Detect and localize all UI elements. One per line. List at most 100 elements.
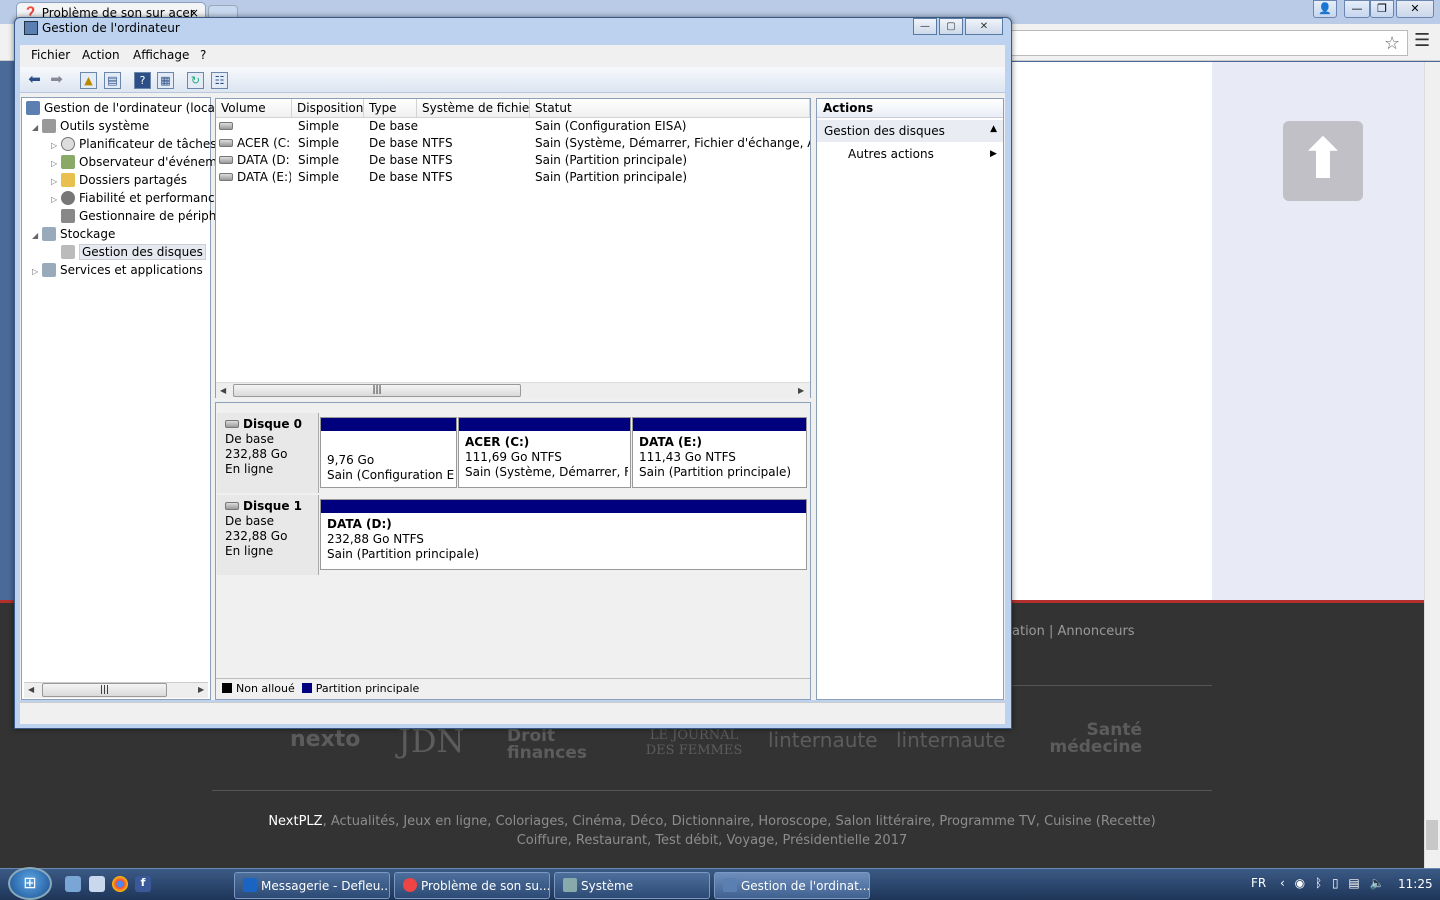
menu-affichage[interactable]: Affichage	[133, 48, 189, 62]
properties-icon[interactable]: ☷	[211, 72, 228, 89]
tools-icon	[42, 119, 56, 133]
restore-browser-button[interactable]: ❐	[1370, 0, 1394, 18]
bluetooth-icon[interactable]: ᛒ	[1315, 876, 1325, 890]
table-row[interactable]: ACER (C:) Simple De base NTFS Sain (Syst…	[216, 135, 810, 152]
cell-fs: NTFS	[422, 136, 453, 150]
logo-droit-finances[interactable]: Droit finances	[507, 728, 617, 762]
show-desktop-icon[interactable]	[65, 876, 81, 892]
explorer-icon[interactable]	[89, 876, 105, 892]
col-status[interactable]: Statut	[530, 99, 810, 118]
network-icon[interactable]: ▤	[1348, 876, 1362, 890]
logo-linternaute-2[interactable]: linternaute	[896, 728, 1006, 752]
expand-triangle-icon[interactable]: ▷	[51, 173, 61, 189]
scroll-right-icon[interactable]: ▶	[198, 685, 204, 694]
tree-services[interactable]: ▷ Services et applications	[32, 261, 203, 279]
scroll-right-icon[interactable]: ▶	[798, 386, 804, 395]
submenu-arrow-icon[interactable]: ▶	[990, 149, 997, 159]
partition-data-e[interactable]: DATA (E:) 111,43 Go NTFS Sain (Partition…	[632, 417, 807, 488]
outlook-icon	[243, 878, 257, 892]
user-icon[interactable]: 👤	[1313, 0, 1337, 18]
unallocated-swatch	[222, 683, 232, 693]
page-scrollbar[interactable]	[1424, 62, 1440, 868]
disk-state: En ligne	[225, 544, 274, 558]
menu-action[interactable]: Action	[82, 48, 120, 62]
bookmark-star-icon[interactable]: ☆	[1384, 33, 1400, 54]
facebook-icon[interactable]: f	[135, 876, 151, 892]
footer-links[interactable]: ation | Annonceurs	[1012, 624, 1135, 639]
scroll-left-icon[interactable]: ◀	[28, 685, 34, 694]
nextplz-links-line1[interactable]: , Actualités, Jeux en ligne, Coloriages,…	[323, 814, 1156, 829]
expand-triangle-icon[interactable]: ▷	[32, 263, 42, 279]
partition-acer-c[interactable]: ACER (C:) 111,69 Go NTFS Sain (Système, …	[458, 417, 631, 488]
clock[interactable]: 11:25	[1398, 877, 1433, 891]
scroll-left-icon[interactable]: ◀	[220, 386, 226, 395]
list-scroll-thumb[interactable]: |||	[233, 384, 521, 397]
tree-root[interactable]: Gestion de l'ordinateur (local)	[26, 99, 223, 117]
disk-1-header[interactable]: Disque 1 De base 232,88 Go En ligne	[217, 495, 319, 575]
logo-nexto[interactable]: nexto	[290, 727, 360, 752]
menu-help[interactable]: ?	[200, 48, 206, 62]
task-chrome[interactable]: Problème de son su...	[394, 872, 550, 899]
expand-triangle-icon[interactable]: ▷	[51, 191, 61, 207]
show-action-pane-icon[interactable]: ▦	[157, 72, 174, 89]
collapse-up-icon[interactable]: ▲	[990, 124, 997, 134]
expand-triangle-icon[interactable]: ▷	[51, 137, 61, 153]
table-row[interactable]: DATA (E:) Simple De base NTFS Sain (Part…	[216, 169, 810, 186]
task-messagerie[interactable]: Messagerie - Defleu...	[234, 872, 390, 899]
table-row[interactable]: Simple De base Sain (Configuration EISA)	[216, 118, 810, 135]
nextplz-brand[interactable]: NextPLZ	[268, 814, 322, 829]
collapse-triangle-icon[interactable]: ◢	[32, 227, 42, 243]
collapse-triangle-icon[interactable]: ◢	[32, 119, 42, 135]
tree-device-manager[interactable]: Gestionnaire de périphé	[61, 207, 224, 225]
up-folder-icon[interactable]: ▲	[80, 72, 97, 89]
partition-eisa[interactable]: 9,76 Go Sain (Configuration EIS	[320, 417, 457, 488]
battery-icon[interactable]: ▯	[1332, 876, 1342, 890]
more-actions-item[interactable]: Autres actions	[848, 147, 934, 161]
col-disposition[interactable]: Disposition	[292, 99, 364, 118]
actions-group-disk-management[interactable]: Gestion des disques ▲	[817, 120, 1003, 142]
tree-storage[interactable]: ◢ Stockage	[32, 225, 115, 243]
minimize-button[interactable]: —	[913, 18, 937, 35]
close-button[interactable]: ✕	[965, 18, 1003, 35]
tree-reliability[interactable]: ▷ Fiabilité et performance	[51, 189, 222, 207]
forward-arrow-icon[interactable]: ➡	[48, 72, 65, 89]
tree-task-scheduler[interactable]: ▷ Planificateur de tâches	[51, 135, 217, 153]
expand-triangle-icon[interactable]: ▷	[51, 155, 61, 171]
tree-scroll-thumb[interactable]: |||	[42, 683, 167, 697]
address-bar[interactable]	[1000, 30, 1408, 56]
minimize-browser-button[interactable]: —	[1344, 0, 1370, 18]
chrome-icon[interactable]	[112, 876, 128, 892]
tree-disk-management[interactable]: Gestion des disques	[61, 243, 206, 261]
antivirus-icon[interactable]: ◉	[1295, 876, 1308, 890]
menu-fichier[interactable]: Fichier	[31, 48, 70, 62]
browser-menu-icon[interactable]: ☰	[1414, 30, 1430, 51]
partition-data-d[interactable]: DATA (D:) 232,88 Go NTFS Sain (Partition…	[320, 499, 807, 570]
task-gestion[interactable]: Gestion de l'ordinat...	[714, 872, 870, 899]
start-button[interactable]: ⊞	[8, 867, 52, 900]
page-scrollbar-thumb[interactable]	[1426, 820, 1438, 850]
logo-linternaute[interactable]: linternaute	[768, 728, 878, 752]
maximize-button[interactable]: ▢	[939, 18, 963, 35]
language-indicator[interactable]: FR	[1251, 876, 1266, 890]
scroll-to-top-button[interactable]: ⬆	[1283, 121, 1363, 201]
volume-icon[interactable]: 🔈	[1370, 876, 1388, 890]
refresh-icon[interactable]: ↻	[187, 72, 204, 89]
help-icon[interactable]: ?	[134, 72, 151, 89]
logo-sante-medecine[interactable]: Santé médecine	[1022, 722, 1142, 756]
close-browser-button[interactable]: ✕	[1396, 0, 1434, 18]
tree-shared-folders[interactable]: ▷ Dossiers partagés	[51, 171, 187, 189]
disk-0-header[interactable]: Disque 0 De base 232,88 Go En ligne	[217, 413, 319, 493]
task-systeme[interactable]: Système	[554, 872, 710, 899]
back-arrow-icon[interactable]: ⬅	[26, 72, 43, 89]
col-volume[interactable]: Volume	[216, 99, 292, 118]
logo-journal-des-femmes[interactable]: LE JOURNAL DES FEMMES	[634, 728, 754, 758]
col-type[interactable]: Type	[364, 99, 417, 118]
tree-disk-management-label: Gestion des disques	[79, 244, 206, 260]
tree-event-viewer[interactable]: ▷ Observateur d'événeme	[51, 153, 224, 171]
tree-system-tools[interactable]: ◢ Outils système	[32, 117, 149, 135]
col-filesystem[interactable]: Système de fichiers	[417, 99, 530, 118]
show-hidden-icon[interactable]: ‹	[1280, 876, 1288, 890]
table-row[interactable]: DATA (D:) Simple De base NTFS Sain (Part…	[216, 152, 810, 169]
show-tree-icon[interactable]: ▤	[104, 72, 121, 89]
nextplz-links-line2[interactable]: Coiffure, Restaurant, Test débit, Voyage…	[517, 833, 908, 848]
